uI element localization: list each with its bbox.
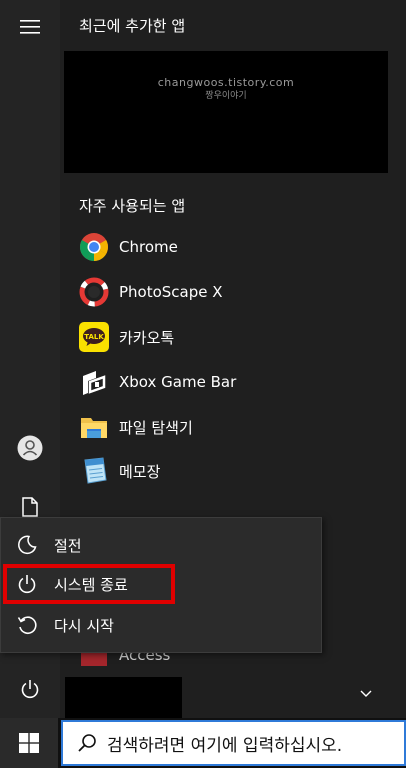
power-options-menu: 절전 시스템 종료 다시 시작	[0, 517, 322, 653]
xbox-game-bar-icon	[78, 366, 110, 398]
sleep-label: 절전	[54, 536, 82, 555]
expand-menu-button[interactable]	[0, 3, 60, 51]
app-item-file-explorer[interactable]: 파일 탐색기	[60, 405, 360, 449]
start-menu: 최근에 추가한 앱 changwoos.tistory.com 짱우이야기 자주…	[0, 0, 406, 719]
recently-added-tile[interactable]: changwoos.tistory.com 짱우이야기	[64, 51, 388, 173]
app-item-kakaotalk[interactable]: TALK 카카오톡	[60, 315, 360, 359]
power-icon	[15, 572, 39, 596]
scroll-down-button[interactable]	[356, 684, 376, 704]
recently-added-title: 최근에 추가한 앱	[79, 17, 186, 35]
search-placeholder: 검색하려면 여기에 입력하십시오.	[107, 735, 343, 756]
restart-label: 다시 시작	[54, 616, 114, 635]
document-icon	[22, 497, 38, 517]
app-item-chrome[interactable]: Chrome	[60, 225, 360, 269]
app-item-notepad[interactable]: 메모장	[60, 449, 360, 493]
start-button[interactable]	[0, 718, 58, 768]
app-item-xbox-game-bar[interactable]: Xbox Game Bar	[60, 360, 360, 404]
chevron-down-icon	[360, 690, 372, 697]
sleep-option[interactable]: 절전	[1, 525, 321, 565]
app-label: Xbox Game Bar	[119, 373, 237, 391]
app-label: Chrome	[119, 238, 178, 256]
shutdown-label: 시스템 종료	[54, 575, 128, 594]
notepad-icon	[78, 455, 110, 487]
user-account-button[interactable]	[0, 424, 60, 472]
power-button[interactable]	[0, 665, 60, 713]
hamburger-icon	[20, 20, 40, 34]
search-icon	[78, 734, 96, 752]
shutdown-option[interactable]: 시스템 종료	[1, 564, 321, 604]
file-explorer-icon	[78, 411, 110, 443]
moon-icon	[15, 533, 39, 557]
windows-logo-icon	[19, 733, 39, 753]
app-label: 카카오톡	[119, 328, 175, 347]
svg-text:TALK: TALK	[84, 333, 104, 341]
search-box[interactable]: 검색하려면 여기에 입력하십시오.	[61, 720, 406, 766]
chrome-icon	[78, 231, 110, 263]
watermark-name: 짱우이야기	[205, 91, 247, 101]
restart-icon	[15, 613, 39, 637]
most-used-title: 자주 사용되는 앱	[79, 197, 186, 215]
app-label: 메모장	[119, 462, 161, 481]
power-icon	[21, 680, 39, 699]
photoscape-icon	[78, 276, 110, 308]
app-label: 파일 탐색기	[119, 418, 193, 437]
restart-option[interactable]: 다시 시작	[1, 605, 321, 645]
redacted-block	[65, 677, 182, 719]
user-icon	[17, 435, 43, 461]
kakaotalk-icon: TALK	[78, 321, 110, 353]
app-label: PhotoScape X	[119, 283, 223, 301]
app-item-photoscape-x[interactable]: PhotoScape X	[60, 270, 360, 314]
taskbar: 검색하려면 여기에 입력하십시오.	[0, 718, 406, 768]
